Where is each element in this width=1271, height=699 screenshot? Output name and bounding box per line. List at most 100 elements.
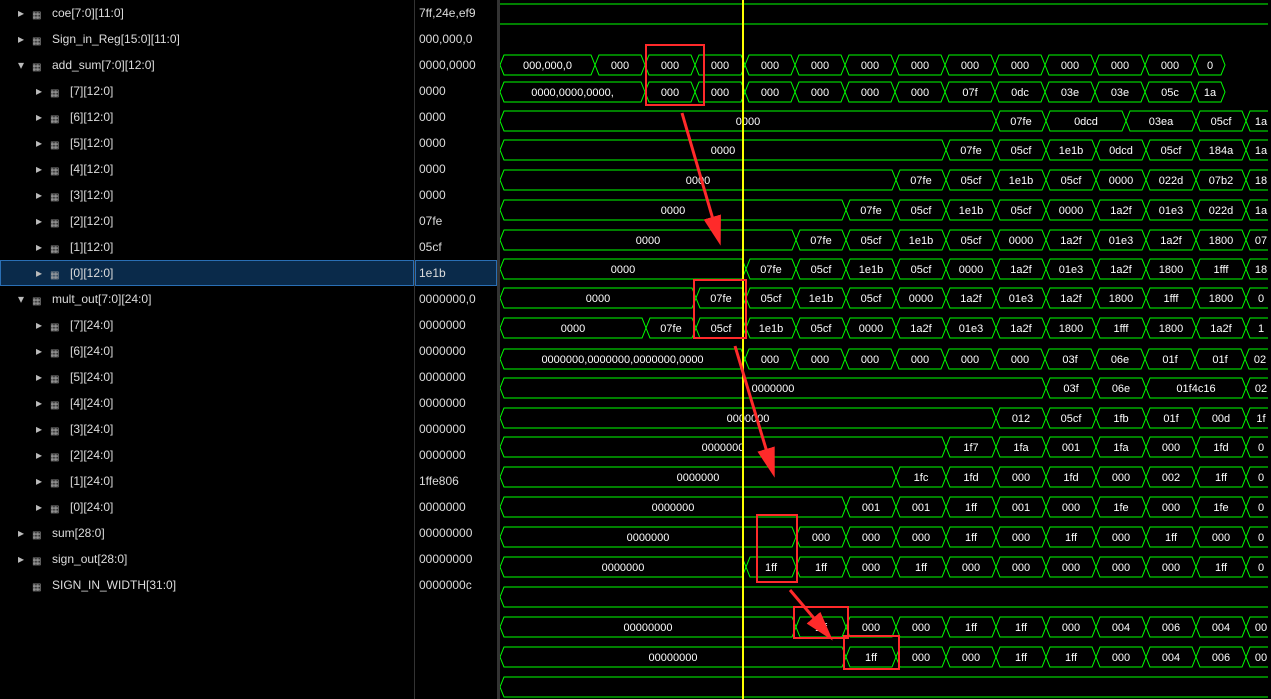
svg-text:0000000: 0000000 bbox=[727, 413, 770, 425]
svg-text:03ea: 03ea bbox=[1149, 116, 1174, 128]
svg-text:18: 18 bbox=[1255, 175, 1267, 187]
chevron-right-icon[interactable]: ▸ bbox=[36, 422, 50, 436]
svg-text:1ff: 1ff bbox=[1015, 622, 1028, 634]
svg-text:05cf: 05cf bbox=[961, 175, 983, 187]
chevron-right-icon[interactable]: ▸ bbox=[36, 136, 50, 150]
svg-text:1f7: 1f7 bbox=[963, 442, 978, 454]
signal-label: sign_out[28:0] bbox=[52, 552, 127, 566]
svg-text:1e1b: 1e1b bbox=[1009, 175, 1033, 187]
signal-row[interactable]: ▸[6][12:0] bbox=[0, 104, 414, 130]
signal-value: 0000000 bbox=[415, 338, 497, 364]
waveform-panel[interactable]: 000,000,00000000000000000000000000000000… bbox=[500, 0, 1271, 699]
svg-text:0000: 0000 bbox=[611, 264, 635, 276]
svg-text:1800: 1800 bbox=[1059, 323, 1083, 335]
chevron-right-icon[interactable]: ▸ bbox=[36, 110, 50, 124]
chevron-right-icon[interactable]: ▸ bbox=[36, 448, 50, 462]
signal-value: 0000000 bbox=[415, 416, 497, 442]
svg-text:000: 000 bbox=[961, 60, 979, 72]
chevron-right-icon[interactable]: ▸ bbox=[36, 84, 50, 98]
svg-text:004: 004 bbox=[1162, 652, 1180, 664]
chevron-right-icon[interactable]: ▸ bbox=[18, 552, 32, 566]
signal-bus-icon bbox=[32, 553, 48, 565]
signal-bus-icon bbox=[32, 293, 48, 305]
chevron-down-icon[interactable]: ▾ bbox=[18, 58, 32, 72]
signal-row[interactable]: ▸[7][24:0] bbox=[0, 312, 414, 338]
chevron-right-icon[interactable]: ▸ bbox=[18, 526, 32, 540]
signal-value: 0000 bbox=[415, 130, 497, 156]
signal-bus-icon bbox=[50, 371, 66, 383]
svg-text:07b2: 07b2 bbox=[1209, 175, 1233, 187]
signal-row[interactable]: ▸[1][24:0] bbox=[0, 468, 414, 494]
svg-text:000: 000 bbox=[1162, 562, 1180, 574]
chevron-right-icon[interactable]: ▸ bbox=[36, 240, 50, 254]
signal-label: [2][24:0] bbox=[70, 448, 113, 462]
svg-text:01e3: 01e3 bbox=[1009, 293, 1033, 305]
svg-text:1e1b: 1e1b bbox=[959, 205, 983, 217]
signal-bus-icon bbox=[50, 241, 66, 253]
signal-tree-panel[interactable]: ▸coe[7:0][11:0]▸Sign_in_Reg[15:0][11:0]▾… bbox=[0, 0, 415, 699]
chevron-right-icon[interactable]: ▸ bbox=[36, 214, 50, 228]
svg-text:0000,0000,0000,: 0000,0000,0000, bbox=[531, 87, 614, 99]
signal-row[interactable]: SIGN_IN_WIDTH[31:0] bbox=[0, 572, 414, 598]
chevron-right-icon[interactable]: ▸ bbox=[36, 162, 50, 176]
chevron-right-icon[interactable]: ▸ bbox=[36, 370, 50, 384]
signal-row[interactable]: ▸[4][12:0] bbox=[0, 156, 414, 182]
signal-row[interactable]: ▸Sign_in_Reg[15:0][11:0] bbox=[0, 26, 414, 52]
svg-text:000: 000 bbox=[761, 60, 779, 72]
svg-text:1e1b: 1e1b bbox=[759, 323, 783, 335]
signal-row[interactable]: ▸[7][12:0] bbox=[0, 78, 414, 104]
svg-text:000: 000 bbox=[1112, 652, 1130, 664]
svg-text:03e: 03e bbox=[1111, 87, 1129, 99]
chevron-right-icon[interactable]: ▸ bbox=[36, 318, 50, 332]
signal-row[interactable]: ▸[1][12:0] bbox=[0, 234, 414, 260]
svg-text:000: 000 bbox=[911, 60, 929, 72]
signal-bus-icon bbox=[32, 7, 48, 19]
signal-row[interactable]: ▸[0][12:0] bbox=[0, 260, 414, 286]
chevron-right-icon[interactable]: ▸ bbox=[36, 474, 50, 488]
signal-row[interactable]: ▸[3][24:0] bbox=[0, 416, 414, 442]
signal-label: SIGN_IN_WIDTH[31:0] bbox=[52, 578, 176, 592]
signal-row[interactable]: ▸[2][12:0] bbox=[0, 208, 414, 234]
signal-row[interactable]: ▸[5][12:0] bbox=[0, 130, 414, 156]
chevron-right-icon[interactable]: ▸ bbox=[36, 344, 50, 358]
svg-text:1ff: 1ff bbox=[815, 622, 828, 634]
svg-text:0000000: 0000000 bbox=[752, 383, 795, 395]
signal-row[interactable]: ▸ sum[28:0] bbox=[0, 520, 414, 546]
chevron-down-icon[interactable]: ▾ bbox=[18, 292, 32, 306]
svg-text:000: 000 bbox=[912, 652, 930, 664]
signal-row[interactable]: ▾add_sum[7:0][12:0] bbox=[0, 52, 414, 78]
signal-row[interactable]: ▸ sign_out[28:0] bbox=[0, 546, 414, 572]
svg-text:07fe: 07fe bbox=[710, 293, 731, 305]
signal-row[interactable]: ▾mult_out[7:0][24:0] bbox=[0, 286, 414, 312]
signal-row[interactable]: ▸[4][24:0] bbox=[0, 390, 414, 416]
svg-text:1ff: 1ff bbox=[815, 562, 828, 574]
chevron-right-icon[interactable]: ▸ bbox=[18, 32, 32, 46]
signal-row[interactable]: ▸[3][12:0] bbox=[0, 182, 414, 208]
svg-text:05cf: 05cf bbox=[911, 264, 933, 276]
signal-row[interactable]: ▸[0][24:0] bbox=[0, 494, 414, 520]
chevron-right-icon[interactable]: ▸ bbox=[36, 396, 50, 410]
signal-bus-icon bbox=[50, 85, 66, 97]
svg-text:07fe: 07fe bbox=[660, 323, 681, 335]
svg-text:05cf: 05cf bbox=[1061, 175, 1083, 187]
signal-row[interactable]: ▸ [2][24:0] bbox=[0, 442, 414, 468]
chevron-right-icon[interactable]: ▸ bbox=[36, 500, 50, 514]
svg-text:0000000: 0000000 bbox=[702, 442, 745, 454]
svg-text:001: 001 bbox=[862, 502, 880, 514]
svg-text:000: 000 bbox=[912, 532, 930, 544]
signal-value: 0000000 bbox=[415, 442, 497, 468]
chevron-right-icon[interactable]: ▸ bbox=[36, 188, 50, 202]
svg-text:05cf: 05cf bbox=[811, 323, 833, 335]
signal-label: sum[28:0] bbox=[52, 526, 105, 540]
signal-value: 1e1b bbox=[415, 260, 497, 286]
chevron-right-icon[interactable]: ▸ bbox=[36, 266, 50, 280]
svg-text:0000: 0000 bbox=[561, 323, 585, 335]
svg-text:184a: 184a bbox=[1209, 145, 1234, 157]
signal-row[interactable]: ▸[6][24:0] bbox=[0, 338, 414, 364]
signal-row[interactable]: ▸coe[7:0][11:0] bbox=[0, 0, 414, 26]
svg-text:1a: 1a bbox=[1255, 116, 1268, 128]
svg-text:000: 000 bbox=[961, 354, 979, 366]
signal-row[interactable]: ▸[5][24:0] bbox=[0, 364, 414, 390]
svg-text:01e3: 01e3 bbox=[1059, 264, 1083, 276]
chevron-right-icon[interactable]: ▸ bbox=[18, 6, 32, 20]
